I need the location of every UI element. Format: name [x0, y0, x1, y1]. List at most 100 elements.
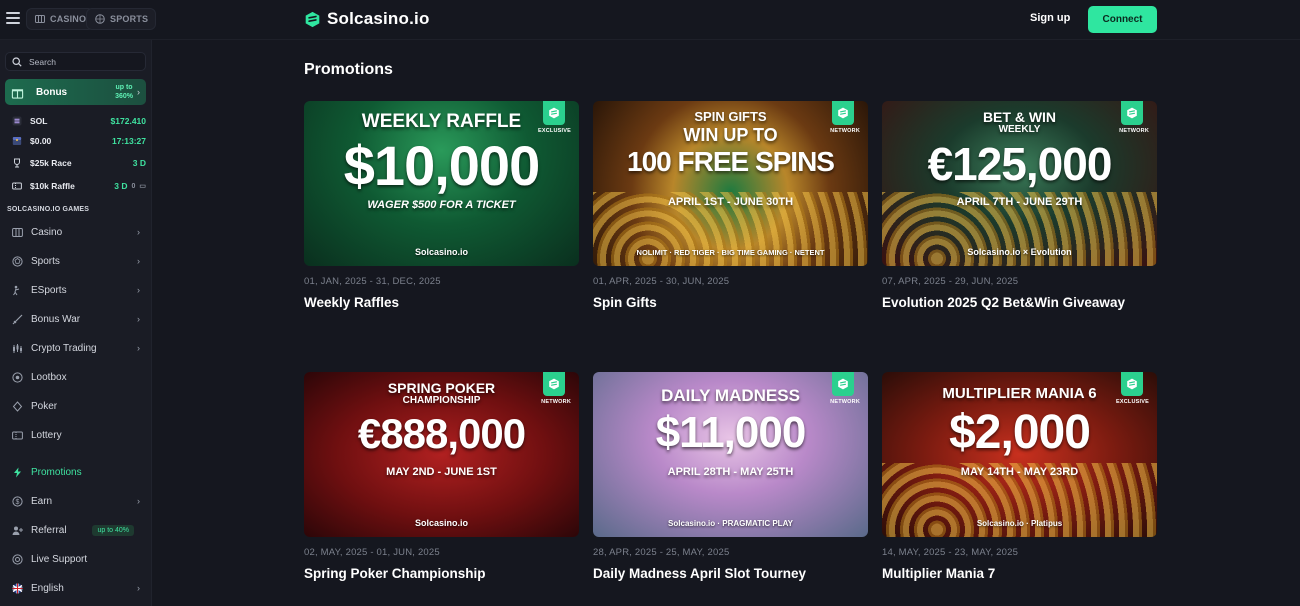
sidebar-item-bonus-war[interactable]: Bonus War › [5, 307, 146, 331]
sidebar-item-label: Casino [31, 226, 63, 238]
banner-brand: Solcasino.io [414, 518, 468, 528]
tab-sports[interactable]: SPORTS [86, 8, 157, 30]
banner-amount: €125,000 [927, 138, 1113, 190]
sidebar-item-live-support[interactable]: Live Support [5, 547, 146, 571]
sidebar-item-poker[interactable]: Poker [5, 394, 146, 418]
trophy-icon [11, 158, 22, 169]
promo-card[interactable]: NETWORK BET & WIN WEEKLY €125,000 APRIL … [882, 101, 1157, 310]
banner-amount: $10,000 [343, 134, 540, 197]
chest-icon [11, 136, 22, 147]
banner-dates: APRIL 28TH - MAY 25TH [667, 466, 794, 478]
promo-card[interactable]: EXCLUSIVE MULTIPLIER MANIA 6 $2,000 MAY … [882, 372, 1157, 581]
sidebar-item-label: Referral [31, 524, 67, 536]
stat-value: $172.410 [110, 116, 146, 126]
stat-raffle[interactable]: $10k Raffle 3 D 0 ▭ [11, 179, 146, 193]
banner-amount: $11,000 [655, 408, 807, 457]
casino-icon [34, 14, 45, 25]
sidebar-item-promotions[interactable]: Promotions [5, 460, 146, 484]
banner-dates: MAY 2ND - JUNE 1ST [386, 466, 497, 478]
search-input[interactable] [29, 56, 139, 67]
banner-dates: MAY 14TH - MAY 23RD [960, 466, 1079, 478]
sidebar: Bonus up to 360% › SOL $172.410 $0.00 17:… [0, 40, 152, 606]
promo-title[interactable]: Evolution 2025 Q2 Bet&Win Giveaway [882, 295, 1157, 310]
banner-subheadline: CHAMPIONSHIP [402, 395, 481, 406]
promo-banner[interactable]: EXCLUSIVE WEEKLY RAFFLE $10,000 WAGER $5… [304, 101, 579, 266]
tab-casino[interactable]: CASINO [26, 8, 95, 30]
banner-headline: DAILY MADNESS [661, 386, 800, 405]
promo-card[interactable]: NETWORK DAILY MADNESS $11,000 APRIL 28TH… [593, 372, 868, 581]
stat-sol-price[interactable]: SOL $172.410 [11, 114, 146, 128]
sidebar-item-referral[interactable]: Referral up to 40% [5, 518, 146, 542]
referral-badge: up to 40% [92, 524, 134, 536]
bolt-icon [11, 466, 24, 479]
promo-banner[interactable]: EXCLUSIVE MULTIPLIER MANIA 6 $2,000 MAY … [882, 372, 1157, 537]
lottery-icon [11, 429, 24, 442]
banner-subheadline: WEEKLY [998, 124, 1041, 135]
stat-name: $10k Raffle [30, 181, 75, 191]
ticket-icon [11, 181, 22, 192]
hamburger-menu-icon[interactable] [6, 12, 20, 24]
promo-card[interactable]: NETWORK SPIN GIFTS WIN UP TO 100 FREE SP… [593, 101, 868, 310]
stat-race[interactable]: $25k Race 3 D [11, 156, 146, 170]
promo-title[interactable]: Spin Gifts [593, 295, 868, 310]
banner-headline: MULTIPLIER MANIA 6 [942, 385, 1097, 402]
sidebar-item-label: Bonus War [31, 313, 81, 325]
earn-icon: $ [11, 495, 24, 508]
ball-icon [11, 255, 24, 268]
sword-icon [11, 313, 24, 326]
sidebar-item-sports[interactable]: Sports › [5, 249, 146, 273]
stat-value: 3 D [114, 181, 128, 191]
poker-icon [11, 400, 24, 413]
sidebar-item-label: Lootbox [31, 371, 67, 383]
promo-card[interactable]: EXCLUSIVE WEEKLY RAFFLE $10,000 WAGER $5… [304, 101, 579, 310]
promo-title[interactable]: Multiplier Mania 7 [882, 566, 1157, 581]
banner-subheadline: WIN UP TO [683, 125, 778, 145]
search-box[interactable] [5, 52, 146, 71]
tab-casino-label: CASINO [50, 14, 87, 24]
promo-date: 01, APR, 2025 - 30, JUN, 2025 [593, 276, 730, 287]
banner-headline: SPIN GIFTS [694, 109, 767, 124]
bonus-button[interactable]: Bonus up to 360% › [5, 79, 146, 105]
banner-headline: BET & WIN [982, 109, 1057, 125]
gift-icon [11, 88, 24, 99]
sidebar-item-label: ESports [31, 284, 67, 296]
promo-title[interactable]: Daily Madness April Slot Tourney [593, 566, 868, 581]
bonus-label: Bonus [36, 86, 68, 98]
chevron-right-icon: › [137, 227, 140, 237]
sidebar-item-crypto-trading[interactable]: Crypto Trading › [5, 336, 146, 360]
casino-icon [11, 226, 24, 239]
sidebar-item-casino[interactable]: Casino › [5, 220, 146, 244]
promo-banner[interactable]: NETWORK BET & WIN WEEKLY €125,000 APRIL … [882, 101, 1157, 266]
stat-value: 17:13:27 [111, 136, 146, 146]
sidebar-item-esports[interactable]: ESports › [5, 278, 146, 302]
signup-link[interactable]: Sign up [1030, 12, 1070, 24]
brand-logo-link[interactable]: Solcasino.io [304, 9, 430, 29]
chevron-right-icon: › [137, 285, 140, 295]
sidebar-item-lootbox[interactable]: Lootbox [5, 365, 146, 389]
promo-banner[interactable]: NETWORK DAILY MADNESS $11,000 APRIL 28TH… [593, 372, 868, 537]
sidebar-item-lottery[interactable]: Lottery [5, 423, 146, 447]
promo-date: 28, APR, 2025 - 25, MAY, 2025 [593, 547, 730, 558]
sidebar-item-label: Poker [31, 400, 58, 412]
stat-name: $0.00 [30, 136, 52, 146]
flag-uk-icon [11, 582, 24, 595]
stat-value: 3 D [132, 158, 146, 168]
promo-title[interactable]: Spring Poker Championship [304, 566, 579, 581]
chart-icon [11, 342, 24, 355]
sidebar-item-language[interactable]: English › [5, 576, 146, 600]
promo-banner[interactable]: NETWORK SPRING POKER CHAMPIONSHIP €888,0… [304, 372, 579, 537]
sidebar-item-label: Crypto Trading [31, 342, 97, 354]
bonus-upto-line2: 360% [115, 93, 133, 100]
promo-card[interactable]: NETWORK SPRING POKER CHAMPIONSHIP €888,0… [304, 372, 579, 581]
connect-button[interactable]: Connect [1088, 6, 1157, 33]
stat-rewards-timer[interactable]: $0.00 17:13:27 [11, 134, 146, 148]
bonus-upto-badge: up to 360% [115, 83, 133, 101]
sidebar-item-label: Sports [31, 255, 60, 267]
promo-banner[interactable]: NETWORK SPIN GIFTS WIN UP TO 100 FREE SP… [593, 101, 868, 266]
sidebar-item-label: English [31, 582, 64, 594]
banner-dates: APRIL 7TH - JUNE 29TH [956, 196, 1083, 208]
sidebar-item-earn[interactable]: $ Earn › [5, 489, 146, 513]
lootbox-icon [11, 371, 24, 384]
referral-icon [11, 524, 24, 537]
promo-title[interactable]: Weekly Raffles [304, 295, 579, 310]
